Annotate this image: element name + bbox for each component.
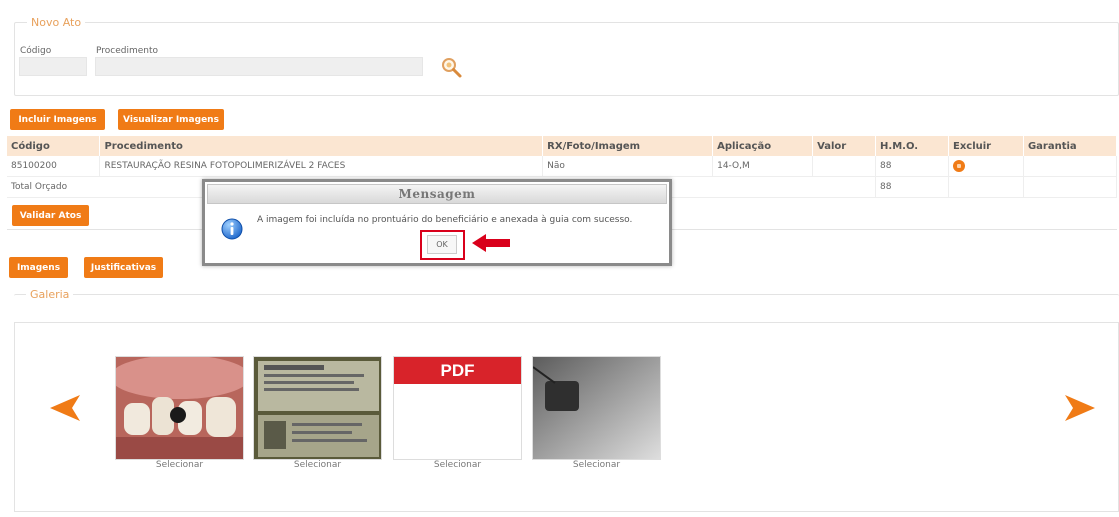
search-icon[interactable] bbox=[440, 56, 464, 80]
gallery-item-pdf[interactable]: PDF bbox=[393, 356, 522, 460]
procedimento-input[interactable] bbox=[95, 57, 423, 76]
row-rx: Não bbox=[542, 156, 714, 177]
xray-photo bbox=[533, 357, 660, 459]
arrow-right-icon[interactable] bbox=[1063, 393, 1095, 423]
column-header: RX/Foto/Imagem bbox=[542, 136, 714, 156]
dialog-title: Mensagem bbox=[207, 184, 667, 204]
visualizar-imagens-button[interactable]: Visualizar Imagens bbox=[118, 109, 224, 130]
red-arrow-icon bbox=[472, 234, 510, 252]
gallery-item-document[interactable] bbox=[253, 356, 382, 460]
row-excluir bbox=[948, 156, 1024, 177]
row-garantia bbox=[1023, 156, 1118, 177]
codigo-input[interactable] bbox=[19, 57, 87, 76]
ok-button[interactable]: OK bbox=[427, 235, 457, 254]
gallery-caption[interactable]: Selecionar bbox=[115, 460, 244, 470]
dialog-message: A imagem foi incluída no prontuário do b… bbox=[257, 215, 633, 225]
table-header-row: Código Procedimento RX/Foto/Imagem Aplic… bbox=[7, 136, 1118, 156]
row-hmo: 88 bbox=[875, 156, 949, 177]
gallery-caption[interactable]: Selecionar bbox=[253, 460, 382, 470]
row-procedimento: RESTAURAÇÃO RESINA FOTOPOLIMERIZÁVEL 2 F… bbox=[99, 156, 544, 177]
gallery-caption[interactable]: Selecionar bbox=[532, 460, 661, 470]
info-icon bbox=[221, 218, 243, 240]
validar-atos-button[interactable]: Validar Atos bbox=[12, 205, 89, 226]
imagens-button[interactable]: Imagens bbox=[9, 257, 68, 278]
column-header: Aplicação bbox=[712, 136, 814, 156]
delete-icon[interactable] bbox=[953, 159, 965, 172]
arrow-left-icon[interactable] bbox=[50, 393, 82, 423]
column-header: Valor bbox=[812, 136, 877, 156]
column-header: Procedimento bbox=[99, 136, 544, 156]
total-empty-cell bbox=[948, 176, 1024, 198]
column-header: Código bbox=[7, 136, 101, 156]
pdf-banner: PDF bbox=[394, 357, 521, 384]
gallery-caption[interactable]: Selecionar bbox=[393, 460, 522, 470]
teeth-photo bbox=[116, 357, 243, 459]
novo-ato-legend: Novo Ato bbox=[27, 16, 86, 29]
codigo-label: Código bbox=[20, 46, 52, 56]
column-header: Excluir bbox=[948, 136, 1024, 156]
total-empty-cell bbox=[1023, 176, 1118, 198]
column-header: H.M.O. bbox=[875, 136, 949, 156]
procedimento-label: Procedimento bbox=[96, 46, 159, 56]
row-valor bbox=[812, 156, 877, 177]
table-row: 85100200 RESTAURAÇÃO RESINA FOTOPOLIMERI… bbox=[7, 156, 1118, 177]
row-aplicacao: 14-O,M bbox=[712, 156, 814, 177]
column-header: Garantia bbox=[1023, 136, 1118, 156]
galeria-legend: Galeria bbox=[26, 288, 74, 301]
galeria-fieldset: Galeria bbox=[14, 288, 1119, 318]
document-photo bbox=[254, 357, 381, 459]
message-dialog: Mensagem A imagem foi incluída no prontu… bbox=[202, 179, 672, 266]
gallery-item-xray[interactable] bbox=[532, 356, 661, 460]
total-hmo: 88 bbox=[875, 176, 949, 198]
incluir-imagens-button[interactable]: Incluir Imagens bbox=[10, 109, 105, 130]
row-codigo: 85100200 bbox=[7, 156, 101, 177]
gallery-item-photo[interactable] bbox=[115, 356, 244, 460]
justificativas-button[interactable]: Justificativas bbox=[84, 257, 163, 278]
